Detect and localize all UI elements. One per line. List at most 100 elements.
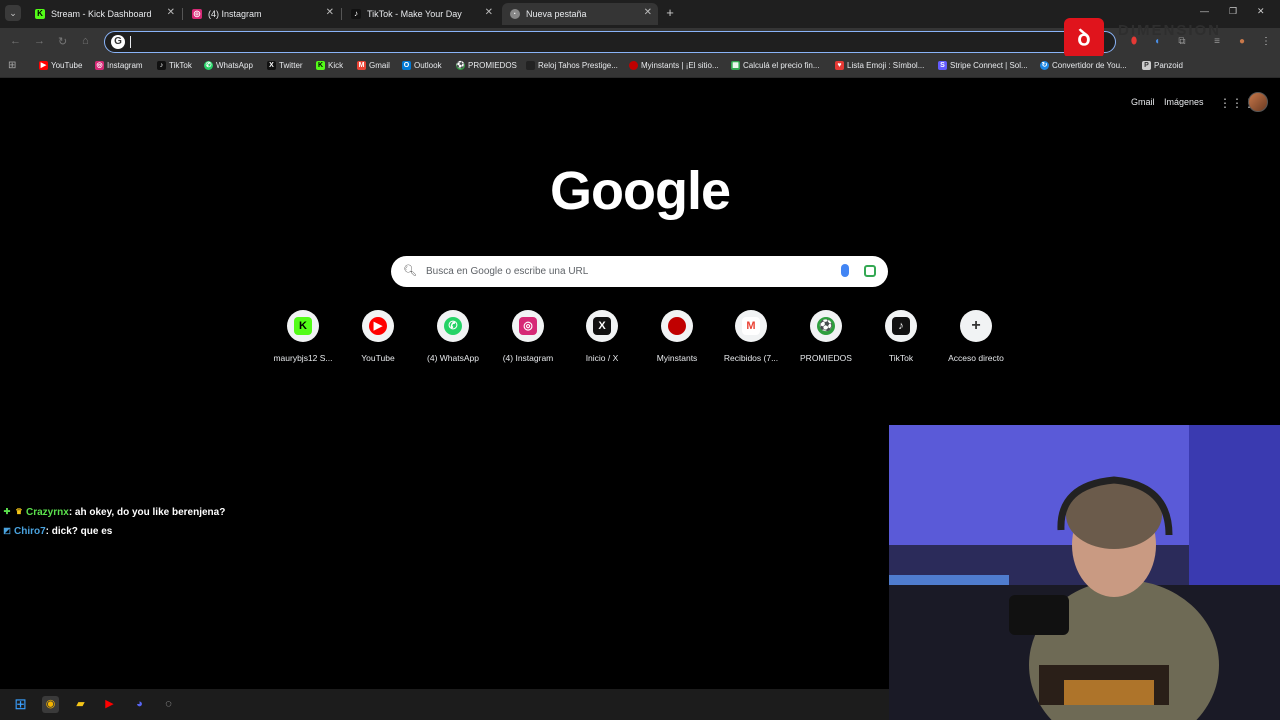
shortcut-tiktok[interactable]: ♪ TikTok (864, 310, 938, 370)
shortcut-add[interactable]: + Acceso directo (939, 310, 1013, 370)
shortcut-label: (4) Instagram (502, 353, 554, 363)
close-icon[interactable]: ✕ (326, 7, 334, 18)
bookmark-kick[interactable]: K Kick (316, 61, 343, 70)
close-window-icon[interactable]: ✕ (1257, 6, 1265, 17)
bookmark-promiedos[interactable]: ⚽ PROMIEDOS (456, 61, 517, 70)
bookmark-instagram[interactable]: ◎ Instagram (95, 61, 143, 70)
reload-icon[interactable]: ↻ (58, 35, 67, 48)
shortcut-youtube[interactable]: ▶ YouTube (341, 310, 415, 370)
youtube-icon: ▶ (39, 61, 48, 70)
shortcut-tile: ▶ (362, 310, 394, 342)
shortcut-promiedos[interactable]: ⚽ PROMIEDOS (789, 310, 863, 370)
tab-tiktok[interactable]: ♪ TikTok - Make Your Day ✕ (343, 3, 499, 25)
app-icon[interactable]: ◌ (160, 696, 177, 713)
tab-instagram[interactable]: ◎ (4) Instagram ✕ (184, 3, 340, 25)
tab-title: (4) Instagram (208, 9, 262, 19)
kick-icon: K (35, 9, 45, 19)
bookmark-label: Stripe Connect | Sol... (950, 61, 1028, 70)
google-logo: Google (550, 161, 731, 221)
profile-icon[interactable]: ● (1236, 36, 1248, 48)
shortcut-whatsapp[interactable]: ✆ (4) WhatsApp (416, 310, 490, 370)
bookmark-twitter[interactable]: X Twitter (267, 61, 303, 70)
forward-icon[interactable]: → (34, 35, 45, 47)
shortcut-myinstants[interactable]: Myinstants (640, 310, 714, 370)
search-placeholder: Busca en Google o escribe una URL (426, 266, 589, 277)
close-icon[interactable]: ✕ (644, 7, 652, 18)
shortcut-kick[interactable]: K maurybjs12 S... (266, 310, 340, 370)
whatsapp-icon: ✆ (444, 317, 462, 335)
watch-icon (526, 61, 535, 70)
brand-text: DIMENSION (1118, 22, 1222, 39)
tiktok-icon: ♪ (157, 61, 166, 70)
tab-search-icon[interactable]: ⌄ (5, 5, 21, 21)
shortcut-label: Myinstants (656, 353, 698, 363)
bookmark-label: Gmail (369, 61, 390, 70)
bookmark-gmail[interactable]: M Gmail (357, 61, 390, 70)
shortcut-tile: ✆ (437, 310, 469, 342)
bookmark-label: Outlook (414, 61, 442, 70)
tab-separator (341, 8, 342, 20)
search-box[interactable]: 🔍︎ Busca en Google o escribe una URL (391, 256, 888, 287)
instagram-icon: ◎ (192, 9, 202, 19)
dimension-logo: ꝺ (1064, 18, 1104, 58)
gmail-link[interactable]: Gmail (1131, 97, 1155, 107)
kick-icon: K (294, 317, 312, 335)
bookmark-stripe[interactable]: S Stripe Connect | Sol... (938, 61, 1028, 70)
badge-icon: ✚ (3, 507, 11, 517)
shortcut-gmail[interactable]: M Recibidos (7... (714, 310, 788, 370)
close-icon[interactable]: ✕ (485, 7, 493, 18)
shortcut-instagram[interactable]: ◎ (4) Instagram (491, 310, 565, 370)
new-tab-button[interactable]: + (662, 5, 678, 21)
emoji-icon: ♥ (835, 61, 844, 70)
microphone-icon[interactable] (841, 264, 849, 277)
bookmark-calcula-precio[interactable]: ▦ Calculá el precio fin... (731, 61, 819, 70)
crown-icon: ♛ (15, 507, 23, 517)
back-icon[interactable]: ← (10, 35, 21, 47)
windows-start-icon[interactable]: ⊞ (12, 696, 29, 713)
promiedos-icon: ⚽ (817, 317, 835, 335)
tab-nueva-pestana[interactable]: · Nueva pestaña ✕ (502, 3, 658, 25)
google-g-icon: G (111, 35, 125, 49)
gmail-icon: M (742, 317, 760, 335)
bookmark-label: Lista Emoji : Símbol... (847, 61, 925, 70)
bookmark-outlook[interactable]: O Outlook (402, 61, 442, 70)
search-icon: 🔍︎ (403, 265, 417, 277)
bookmark-tiktok[interactable]: ♪ TikTok (157, 61, 192, 70)
restore-icon[interactable]: ❐ (1229, 6, 1237, 17)
images-link[interactable]: Imágenes (1164, 97, 1204, 107)
menu-dots-icon[interactable]: ⋮ (1260, 36, 1272, 48)
address-bar[interactable]: G (104, 31, 1116, 53)
bookmark-label: TikTok (169, 61, 192, 70)
calculator-icon: ▦ (731, 61, 740, 70)
bookmark-myinstants[interactable]: Myinstants | ¡El sitio... (629, 61, 719, 70)
whatsapp-icon: ✆ (204, 61, 213, 70)
chrome-icon[interactable]: ◉ (42, 696, 59, 713)
chat-text: : dick? que es (45, 526, 113, 537)
text-cursor (130, 36, 131, 48)
bookmark-convertidor[interactable]: ↻ Convertidor de You... (1040, 61, 1127, 70)
close-icon[interactable]: ✕ (167, 7, 175, 18)
bookmark-whatsapp[interactable]: ✆ WhatsApp (204, 61, 253, 70)
bookmark-lista-emoji[interactable]: ♥ Lista Emoji : Símbol... (835, 61, 924, 70)
bookmark-reloj-tahos[interactable]: Reloj Tahos Prestige... (526, 61, 618, 70)
discord-icon[interactable]: ◕ (131, 696, 148, 713)
bookmark-label: Calculá el precio fin... (743, 61, 820, 70)
shortcut-tile: K (287, 310, 319, 342)
apps-grid-icon[interactable]: ⊞ (8, 60, 16, 71)
avatar[interactable] (1248, 92, 1268, 112)
x-icon: X (593, 317, 611, 335)
instagram-icon: ◎ (519, 317, 537, 335)
youtube-icon[interactable]: ▶ (101, 696, 118, 713)
google-lens-icon[interactable] (864, 265, 876, 277)
tab-kick-dashboard[interactable]: K Stream - Kick Dashboard ✕ (27, 3, 181, 25)
tiktok-icon: ♪ (351, 9, 361, 19)
bookmark-youtube[interactable]: ▶ YouTube (39, 61, 82, 70)
shortcut-tile: + (960, 310, 992, 342)
home-icon[interactable]: ⌂ (82, 35, 89, 47)
bookmark-panzoid[interactable]: P Panzoid (1142, 61, 1183, 70)
minimize-icon[interactable]: — (1200, 6, 1209, 16)
file-explorer-icon[interactable]: ▰ (72, 696, 89, 713)
address-input[interactable] (135, 34, 1075, 50)
bookmark-label: YouTube (51, 61, 83, 70)
shortcut-x[interactable]: X Inicio / X (565, 310, 639, 370)
